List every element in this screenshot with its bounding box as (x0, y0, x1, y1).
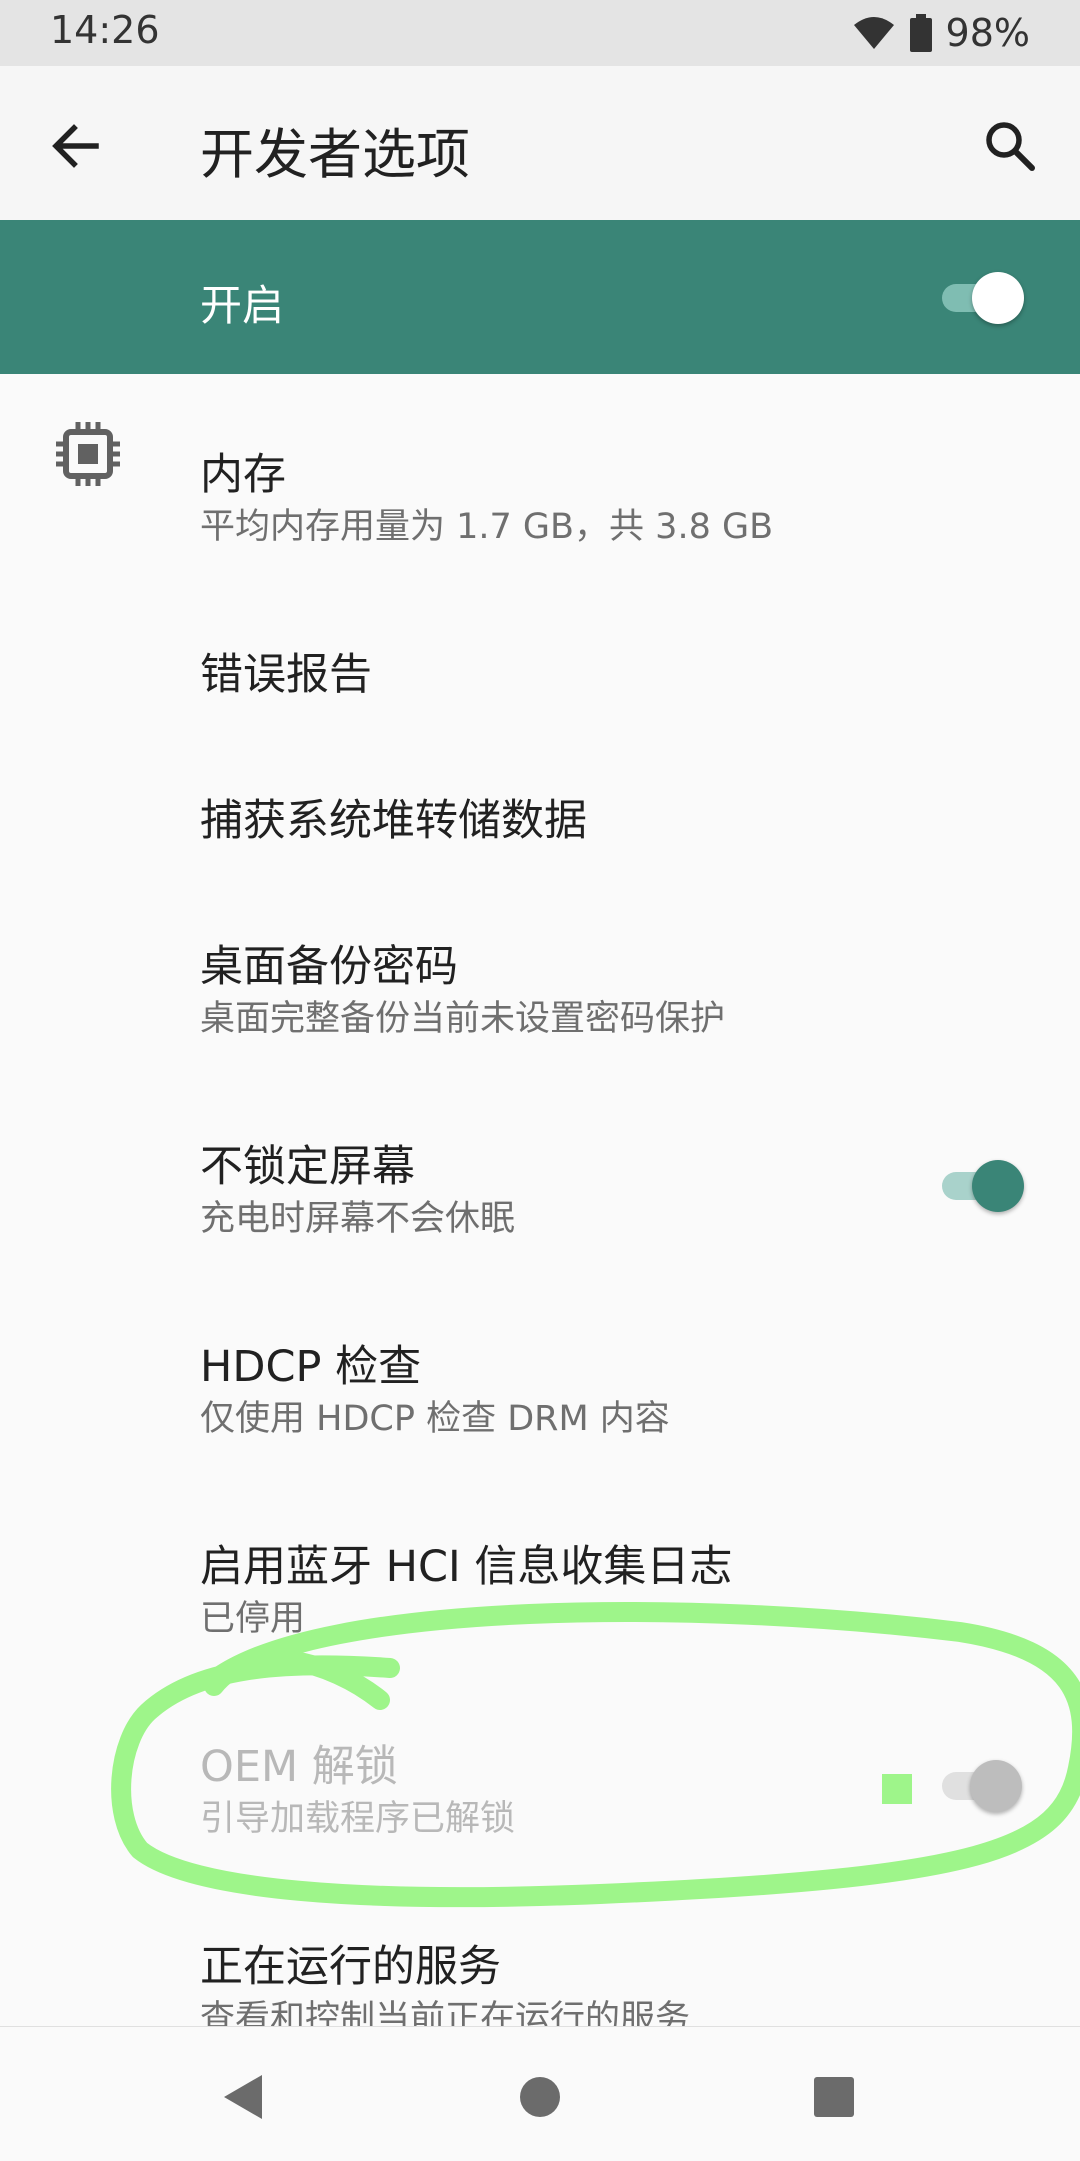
status-bar: 14:26 98% (0, 0, 1080, 66)
setting-title: 捕获系统堆转储数据 (200, 796, 587, 846)
navigation-bar (0, 2026, 1080, 2161)
setting-subtitle: 桌面完整备份当前未设置密码保护 (200, 999, 726, 1039)
developer-options-master-switch-bar[interactable]: 开启 (0, 220, 1080, 374)
setting-bug-report[interactable]: 错误报告 (0, 590, 1080, 740)
setting-title: 内存 (200, 450, 286, 500)
recents-icon (814, 2077, 854, 2117)
setting-title: 正在运行的服务 (200, 1942, 501, 1992)
setting-title: 桌面备份密码 (200, 942, 458, 992)
setting-stay-awake[interactable]: 不锁定屏幕 充电时屏幕不会休眠 (0, 1090, 1080, 1290)
setting-capture-heap-dump[interactable]: 捕获系统堆转储数据 (0, 740, 1080, 890)
arrow-back-icon (52, 124, 99, 168)
master-toggle[interactable] (936, 266, 1026, 326)
back-icon (224, 2075, 262, 2119)
setting-subtitle: 引导加载程序已解锁 (200, 1799, 516, 1839)
setting-title: OEM 解锁 (200, 1742, 398, 1792)
master-switch-label: 开启 (200, 281, 285, 330)
memory-chip-icon (56, 422, 120, 486)
setting-title: 错误报告 (200, 650, 372, 700)
nav-home-button[interactable] (500, 2057, 580, 2137)
home-icon (520, 2077, 560, 2117)
setting-title: 不锁定屏幕 (200, 1142, 415, 1192)
battery-percent: 98% (945, 11, 1030, 55)
back-button[interactable] (44, 114, 108, 178)
setting-running-services[interactable]: 正在运行的服务 查看和控制当前正在运行的服务 (0, 1890, 1080, 2039)
setting-hdcp-checking[interactable]: HDCP 检查 仅使用 HDCP 检查 DRM 内容 (0, 1290, 1080, 1490)
setting-backup-password[interactable]: 桌面备份密码 桌面完整备份当前未设置密码保护 (0, 890, 1080, 1090)
nav-recents-button[interactable] (794, 2057, 874, 2137)
search-button[interactable] (978, 114, 1042, 178)
battery-icon (909, 14, 932, 52)
setting-title: 启用蓝牙 HCI 信息收集日志 (200, 1542, 733, 1592)
oem-unlock-toggle (936, 1754, 1026, 1814)
stay-awake-toggle[interactable] (936, 1154, 1026, 1214)
page-title: 开发者选项 (200, 123, 470, 186)
nav-back-button[interactable] (204, 2057, 284, 2137)
status-icons: 98% (852, 8, 1030, 58)
setting-bluetooth-hci-log[interactable]: 启用蓝牙 HCI 信息收集日志 已停用 (0, 1490, 1080, 1690)
app-bar: 开发者选项 (0, 66, 1080, 221)
setting-memory[interactable]: 内存 平均内存用量为 1.7 GB，共 3.8 GB (0, 374, 1080, 574)
status-time: 14:26 (50, 8, 160, 52)
setting-subtitle: 已停用 (200, 1599, 306, 1639)
wifi-icon (853, 17, 894, 49)
setting-subtitle: 仅使用 HDCP 检查 DRM 内容 (200, 1399, 670, 1439)
setting-subtitle: 平均内存用量为 1.7 GB，共 3.8 GB (200, 507, 774, 547)
setting-title: HDCP 检查 (200, 1342, 422, 1392)
setting-subtitle: 充电时屏幕不会休眠 (200, 1199, 516, 1239)
search-icon (986, 122, 1035, 171)
setting-oem-unlock: OEM 解锁 引导加载程序已解锁 (0, 1690, 1080, 1890)
